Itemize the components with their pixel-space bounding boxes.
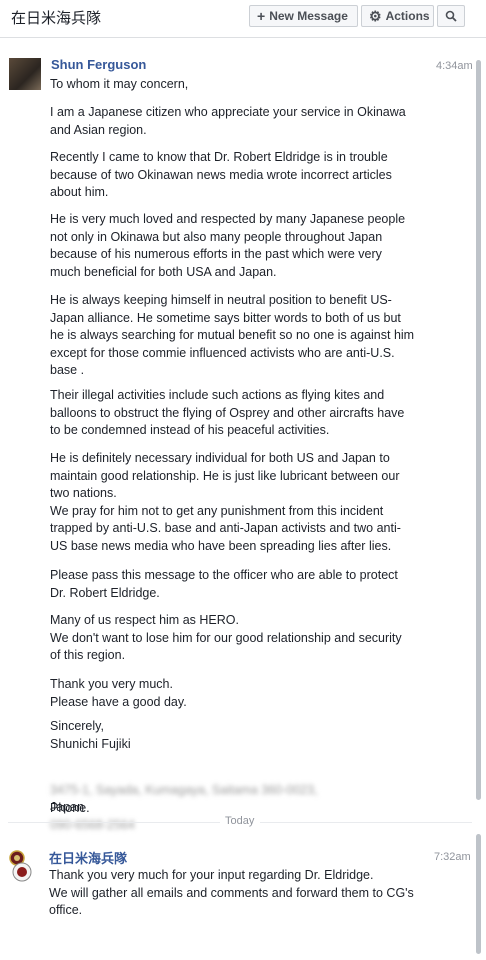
message-signature: Sincerely, Shunichi Fujiki bbox=[50, 719, 131, 751]
actions-label: Actions bbox=[385, 9, 430, 23]
plus-icon: + bbox=[257, 8, 266, 24]
scrollbar-thumb[interactable] bbox=[476, 60, 481, 800]
message-paragraph: Their illegal activities include such ac… bbox=[50, 388, 405, 437]
divider-line-right bbox=[260, 822, 472, 823]
new-message-label: New Message bbox=[269, 9, 348, 23]
avatar[interactable] bbox=[9, 58, 41, 90]
message-paragraph: Please pass this message to the officer … bbox=[50, 568, 398, 600]
message-paragraph: Recently I came to know that Dr. Robert … bbox=[50, 150, 392, 199]
search-icon bbox=[445, 10, 457, 22]
search-button[interactable] bbox=[437, 5, 465, 27]
sender-name[interactable]: 在日米海兵隊 bbox=[49, 848, 127, 867]
new-message-button[interactable]: + New Message bbox=[249, 5, 358, 27]
divider-line-left bbox=[8, 822, 220, 823]
message-paragraph: Many of us respect him as HERO. We don't… bbox=[50, 613, 402, 662]
avatar[interactable] bbox=[8, 850, 34, 884]
gear-icon: ⚙ bbox=[369, 7, 382, 24]
message-paragraph: Thank you very much. Please have a good … bbox=[50, 677, 187, 709]
date-divider-label: Today bbox=[225, 815, 255, 827]
phone-blurred: 090-6568-2564 bbox=[50, 818, 135, 832]
message-paragraph: I am a Japanese citizen who appreciate y… bbox=[50, 105, 406, 137]
message-timestamp: 7:32am bbox=[434, 851, 471, 863]
sender-name[interactable]: Shun Ferguson bbox=[51, 57, 146, 72]
message-text: Thank you very much for your input regar… bbox=[49, 868, 414, 917]
conversation-header: 在日米海兵隊 + New Message ⚙ Actions bbox=[0, 0, 486, 38]
scrollbar-thumb[interactable] bbox=[476, 834, 481, 954]
message-paragraph: To whom it may concern, bbox=[50, 77, 189, 91]
message-timestamp: 4:34am bbox=[436, 60, 473, 72]
phone-label: Phone. bbox=[50, 800, 90, 815]
message-paragraph: He is always keeping himself in neutral … bbox=[50, 293, 415, 377]
conversation-title: 在日米海兵隊 bbox=[11, 10, 102, 27]
message-paragraph: He is definitely necessary individual fo… bbox=[50, 451, 401, 553]
actions-button[interactable]: ⚙ Actions bbox=[361, 5, 434, 27]
message-paragraph: He is very much loved and respected by m… bbox=[50, 212, 406, 279]
